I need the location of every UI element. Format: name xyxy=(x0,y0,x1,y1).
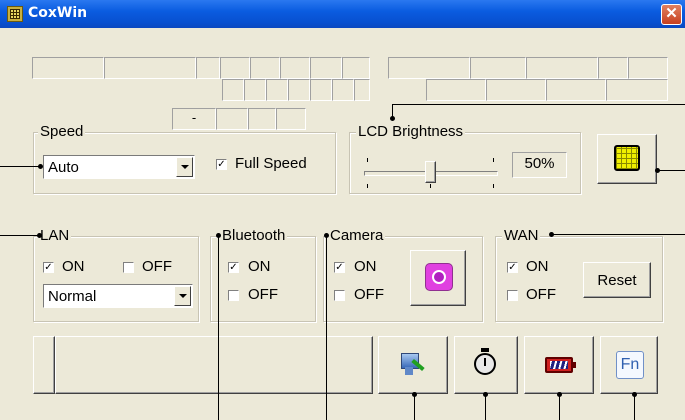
camera-button[interactable] xyxy=(410,250,466,306)
app-icon xyxy=(7,6,23,22)
lan-off-label: OFF xyxy=(142,258,172,275)
speed-select[interactable]: Auto xyxy=(43,155,195,179)
status-panel-left xyxy=(33,336,55,394)
lan-on-label: ON xyxy=(62,258,85,275)
brightness-slider[interactable] xyxy=(362,150,502,190)
lan-off-checkbox[interactable] xyxy=(123,262,134,273)
wan-on-label: ON xyxy=(526,258,549,275)
app-window: CoxWin ✕ - Speed Auto ✓ Full Speed LCD B… xyxy=(0,0,685,420)
lcd-grid-icon xyxy=(614,145,640,171)
speed-legend: Speed xyxy=(38,123,86,140)
wan-off-checkbox[interactable] xyxy=(507,290,518,301)
window-title: CoxWin xyxy=(28,5,88,21)
bluetooth-off-checkbox[interactable] xyxy=(228,290,239,301)
stopwatch-icon xyxy=(474,353,496,375)
close-button[interactable]: ✕ xyxy=(661,4,682,25)
battery-button[interactable] xyxy=(524,336,594,394)
slider-thumb[interactable] xyxy=(424,161,436,183)
wan-reset-label: Reset xyxy=(597,272,637,289)
fn-key-button[interactable]: Fn xyxy=(600,336,658,394)
display-settings-button[interactable] xyxy=(378,336,448,394)
bluetooth-legend: Bluetooth xyxy=(220,227,288,244)
wan-legend: WAN xyxy=(502,227,541,244)
camera-on-checkbox[interactable]: ✓ xyxy=(334,262,345,273)
speed-select-value: Auto xyxy=(48,159,79,176)
camera-off-label: OFF xyxy=(354,286,384,303)
wan-reset-button[interactable]: Reset xyxy=(583,262,651,298)
title-bar[interactable]: CoxWin ✕ xyxy=(0,0,685,28)
display-settings-icon xyxy=(399,351,425,379)
full-speed-label: Full Speed xyxy=(235,155,307,172)
camera-on-label: ON xyxy=(354,258,377,275)
chevron-down-icon[interactable] xyxy=(174,286,191,306)
lan-mode-select[interactable]: Normal xyxy=(43,284,193,308)
timer-button[interactable] xyxy=(454,336,518,394)
camera-off-checkbox[interactable] xyxy=(334,290,345,301)
bluetooth-off-label: OFF xyxy=(248,286,278,303)
chevron-down-icon[interactable] xyxy=(176,157,193,177)
camera-legend: Camera xyxy=(328,227,386,244)
camera-icon xyxy=(425,263,453,291)
wan-on-checkbox[interactable]: ✓ xyxy=(507,262,518,273)
fn-key-icon: Fn xyxy=(616,351,644,379)
lan-group xyxy=(33,236,199,322)
wan-off-label: OFF xyxy=(526,286,556,303)
status-dash: - xyxy=(172,108,216,130)
brightness-value: 50% xyxy=(512,152,567,178)
battery-icon xyxy=(545,357,573,373)
full-speed-checkbox[interactable]: ✓ xyxy=(216,159,227,170)
bluetooth-on-checkbox[interactable]: ✓ xyxy=(228,262,239,273)
lan-on-checkbox[interactable]: ✓ xyxy=(43,262,54,273)
bluetooth-on-label: ON xyxy=(248,258,271,275)
lan-legend: LAN xyxy=(38,227,72,244)
lan-mode-value: Normal xyxy=(48,288,97,305)
lcd-settings-button[interactable] xyxy=(597,134,657,184)
bluetooth-group xyxy=(210,236,316,322)
lcd-brightness-legend: LCD Brightness xyxy=(356,123,466,140)
